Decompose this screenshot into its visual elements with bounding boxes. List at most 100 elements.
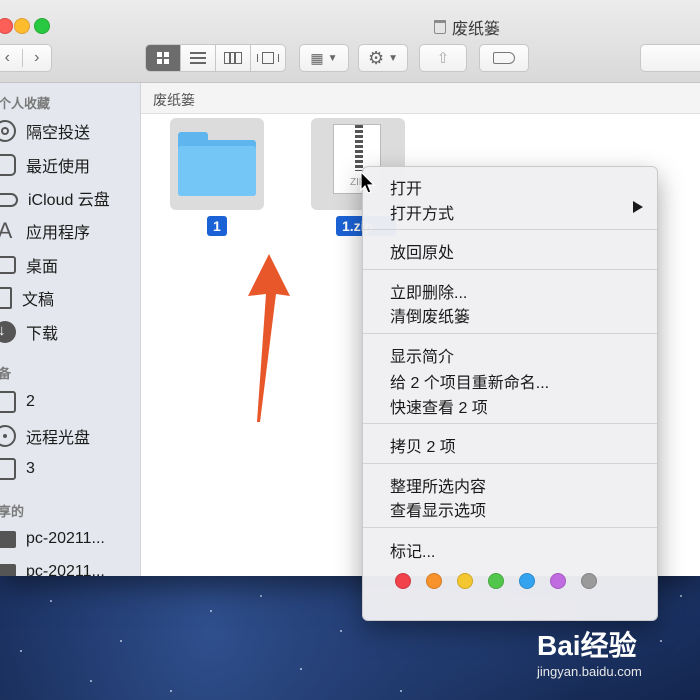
sidebar-item-disk-3[interactable]: 3 [0, 456, 140, 482]
downloads-icon [0, 321, 16, 343]
menu-item-put-back[interactable]: 放回原处 [390, 239, 454, 263]
computer-icon [0, 530, 16, 548]
sidebar-item-shared-pc[interactable]: pc-20211... [0, 526, 140, 552]
desktop-icon [0, 256, 16, 274]
search-field[interactable] [640, 44, 700, 72]
tag-button[interactable] [479, 44, 529, 72]
sidebar-item-shared-pc[interactable]: pc-20211... [0, 559, 140, 576]
menu-item-clean-up-selection[interactable]: 整理所选内容 [390, 473, 486, 497]
mouse-cursor-icon [360, 171, 376, 194]
recents-icon [0, 154, 16, 176]
zoom-window-button[interactable] [34, 18, 50, 34]
close-window-button[interactable] [0, 18, 13, 34]
computer-icon [0, 563, 16, 576]
documents-icon [0, 287, 12, 309]
menu-item-open[interactable]: 打开 [390, 175, 422, 199]
sidebar-item-label: 3 [26, 460, 35, 477]
tag-color-dot[interactable] [395, 573, 411, 589]
sidebar: 个人收藏 隔空投送 最近使用 iCloud 云盘 A 应用程序 桌面 文稿 下载 [0, 83, 141, 576]
path-bar: 废纸篓 [141, 83, 700, 114]
menu-item-quick-look[interactable]: 快速查看 2 项 [390, 394, 488, 418]
chevron-down-icon: ▼ [327, 52, 338, 64]
icon-view-button[interactable] [146, 45, 181, 71]
sidebar-item-label: 隔空投送 [26, 125, 91, 142]
tag-color-dot[interactable] [488, 573, 504, 589]
back-forward-buttons: ‹ › [0, 44, 52, 72]
menu-item-copy[interactable]: 拷贝 2 项 [390, 433, 456, 457]
sidebar-item-label: pc-20211... [26, 563, 105, 576]
disk-icon [0, 391, 16, 413]
icon-view-icon [157, 52, 169, 64]
column-view-button[interactable] [216, 45, 251, 71]
sidebar-heading-devices: 备 [0, 366, 12, 381]
tag-color-dot[interactable] [519, 573, 535, 589]
action-button[interactable]: ⚙ ▼ [358, 44, 408, 72]
window-title-text: 废纸篓 [452, 21, 501, 38]
menu-item-open-with[interactable]: 打开方式 [390, 200, 454, 224]
arrange-button[interactable]: ▦ ▼ [299, 44, 349, 72]
list-view-button[interactable] [181, 45, 216, 71]
menu-separator [363, 229, 657, 230]
menu-item-empty-trash[interactable]: 清倒废纸篓 [390, 303, 470, 327]
sidebar-item-label: 桌面 [26, 259, 59, 276]
gear-icon: ⚙ [367, 47, 385, 68]
sidebar-item-label: 应用程序 [26, 225, 91, 242]
cloud-icon [0, 193, 18, 207]
sidebar-item-label: pc-20211... [26, 530, 105, 547]
folder-icon [178, 132, 256, 196]
share-icon: ⇧ [436, 50, 450, 67]
baidu-watermark: Bai经验 jingyan.baidu.com [537, 624, 642, 679]
annotation-arrow-icon [248, 254, 290, 422]
trash-icon [434, 20, 446, 34]
zipper-icon [355, 125, 363, 171]
path-bar-label: 废纸篓 [153, 92, 195, 108]
title-bar: 废纸篓 ‹ › ▦ ▼ ⚙ ▼ ⇧ [0, 0, 700, 83]
menu-separator [363, 463, 657, 464]
sidebar-item-disk-2[interactable]: 2 [0, 389, 140, 415]
menu-item-get-info[interactable]: 显示简介 [390, 343, 454, 367]
baidu-jingyan-url: jingyan.baidu.com [537, 664, 642, 679]
sidebar-item-label: 最近使用 [26, 159, 91, 176]
sidebar-item-icloud[interactable]: iCloud 云盘 [0, 185, 140, 211]
tag-color-dot[interactable] [457, 573, 473, 589]
menu-item-rename[interactable]: 给 2 个项目重新命名... [390, 369, 549, 393]
file-name-label[interactable]: 1 [207, 216, 227, 236]
menu-item-delete-immediately[interactable]: 立即删除... [390, 279, 467, 303]
minimize-window-button[interactable] [14, 18, 30, 34]
sidebar-heading-shared: 享的 [0, 504, 25, 519]
sidebar-item-downloads[interactable]: 下载 [0, 319, 140, 345]
sidebar-heading-favorites: 个人收藏 [0, 96, 51, 111]
sidebar-item-remote-disc[interactable]: 远程光盘 [0, 423, 140, 449]
context-menu: 打开 打开方式 放回原处 立即删除... 清倒废纸篓 显示简介 给 2 个项目重… [362, 166, 658, 621]
sidebar-item-recents[interactable]: 最近使用 [0, 152, 140, 178]
forward-button[interactable]: › [21, 49, 52, 67]
list-view-icon [190, 52, 206, 64]
tag-color-dot[interactable] [581, 573, 597, 589]
sidebar-item-desktop[interactable]: 桌面 [0, 252, 140, 278]
menu-separator [363, 423, 657, 424]
menu-item-show-view-options[interactable]: 查看显示选项 [390, 497, 486, 521]
back-button[interactable]: ‹ [0, 49, 22, 67]
sidebar-item-label: 2 [26, 393, 35, 410]
share-button[interactable]: ⇧ [419, 44, 467, 72]
column-view-icon [224, 52, 242, 64]
applications-icon: A [0, 218, 13, 243]
menu-item-tags[interactable]: 标记... [390, 538, 435, 562]
chevron-down-icon: ▼ [388, 52, 399, 64]
cover-flow-icon [257, 52, 279, 64]
sidebar-item-label: 文稿 [22, 292, 55, 309]
menu-separator [363, 333, 657, 334]
sidebar-item-label: 远程光盘 [26, 430, 91, 447]
sidebar-item-documents[interactable]: 文稿 [0, 285, 140, 311]
cover-flow-view-button[interactable] [251, 45, 285, 71]
window-title: 废纸篓 [434, 15, 500, 39]
menu-separator [363, 269, 657, 270]
tag-color-dot[interactable] [426, 573, 442, 589]
tag-color-dot[interactable] [550, 573, 566, 589]
sidebar-item-airdrop[interactable]: 隔空投送 [0, 118, 140, 144]
file-item-folder[interactable] [170, 118, 264, 210]
sidebar-item-applications[interactable]: A 应用程序 [0, 218, 140, 244]
view-mode-selector [145, 44, 286, 72]
sidebar-item-label: iCloud 云盘 [28, 192, 110, 209]
menu-separator [363, 527, 657, 528]
